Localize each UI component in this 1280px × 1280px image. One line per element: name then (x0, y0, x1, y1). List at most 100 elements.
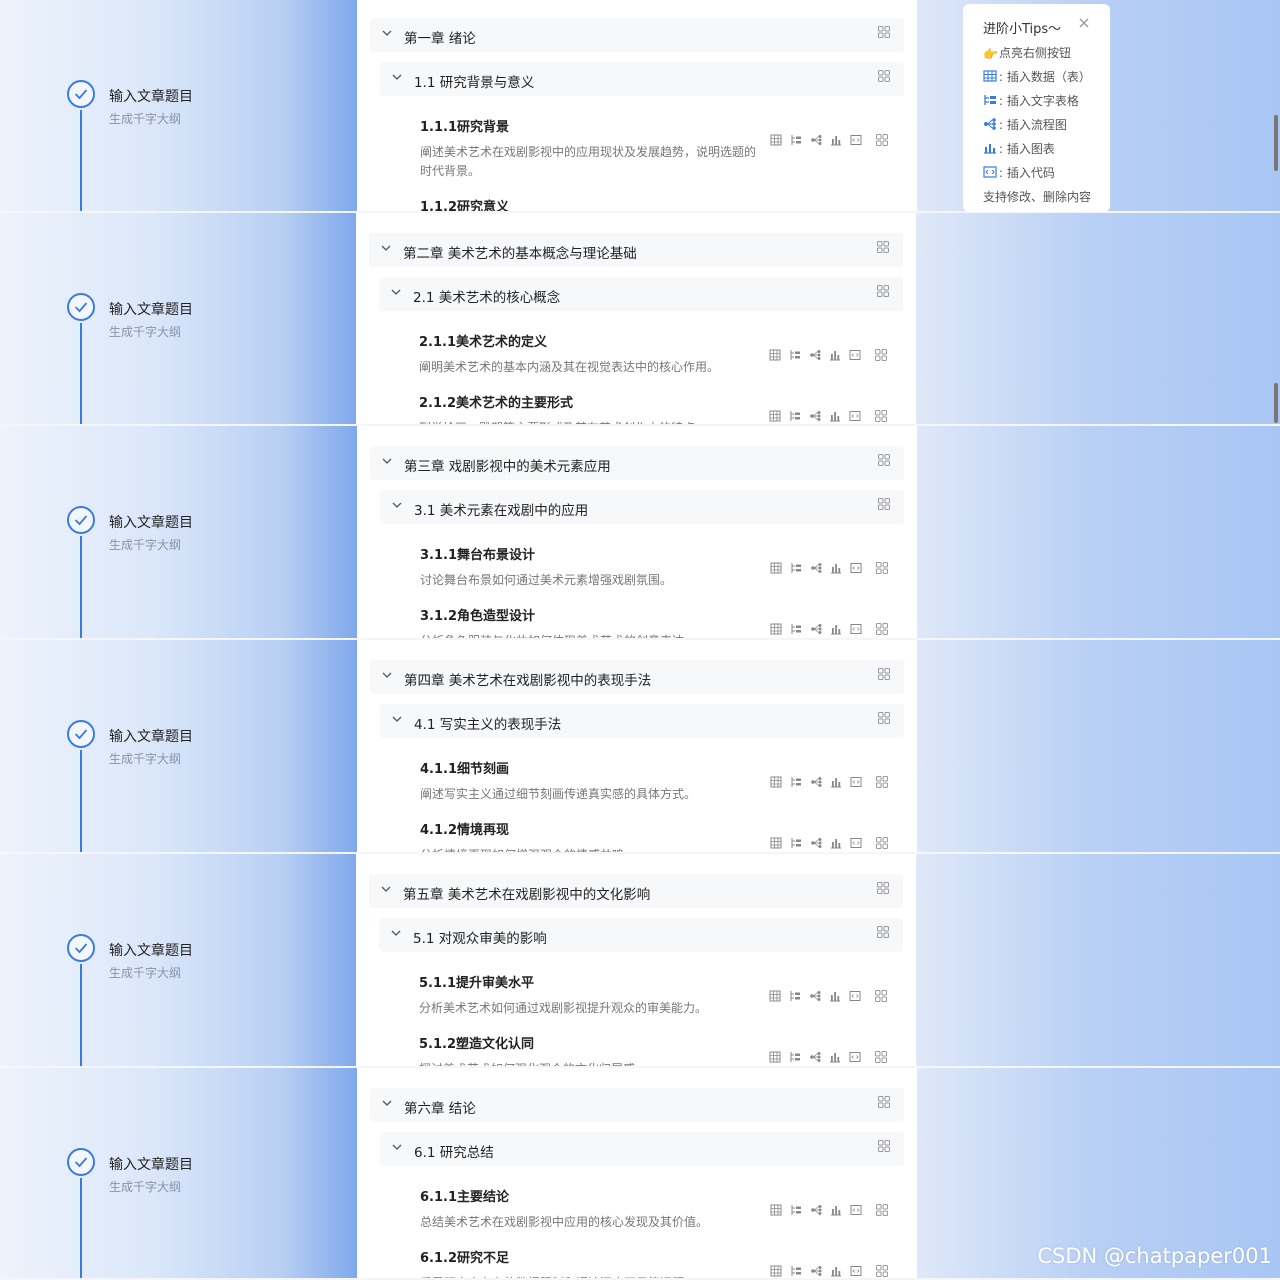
bar-chart-icon[interactable] (830, 131, 842, 146)
section-row[interactable]: 1.1 研究背景与意义 (380, 62, 904, 96)
code-icon[interactable] (849, 407, 861, 421)
chevron-down-icon[interactable] (382, 456, 392, 466)
text-table-icon[interactable] (790, 773, 802, 787)
chapter-row[interactable]: 第四章 美术艺术在戏剧影视中的表现手法 (370, 660, 904, 694)
code-icon[interactable] (849, 1048, 861, 1062)
grid-menu-icon[interactable] (878, 712, 890, 724)
section-row[interactable]: 3.1 美术元素在戏剧中的应用 (380, 490, 904, 524)
bar-chart-icon[interactable] (829, 407, 841, 422)
chevron-down-icon[interactable] (391, 287, 401, 297)
grid-menu-icon[interactable] (875, 407, 887, 422)
table-icon[interactable] (769, 346, 781, 361)
bar-chart-icon[interactable] (829, 987, 841, 1002)
table-icon[interactable] (770, 773, 782, 788)
text-table-icon[interactable] (790, 620, 802, 634)
flowchart-icon[interactable] (810, 620, 822, 634)
grid-menu-icon[interactable] (877, 241, 889, 253)
text-table-icon[interactable] (790, 1201, 802, 1215)
bar-chart-icon[interactable] (830, 773, 842, 788)
code-icon[interactable] (850, 620, 862, 634)
scrollbar-thumb[interactable] (1274, 115, 1278, 171)
grid-menu-icon[interactable] (876, 1201, 888, 1216)
table-icon[interactable] (769, 1048, 781, 1063)
flowchart-icon[interactable] (810, 834, 822, 848)
chevron-down-icon[interactable] (392, 1142, 402, 1152)
bar-chart-icon[interactable] (830, 1201, 842, 1216)
chapter-row[interactable]: 第一章 绪论 (370, 18, 904, 52)
text-table-icon[interactable] (790, 559, 802, 573)
grid-menu-icon[interactable] (876, 834, 888, 849)
flowchart-icon[interactable] (810, 1262, 822, 1276)
code-icon[interactable] (849, 987, 861, 1001)
flowchart-icon[interactable] (810, 559, 822, 573)
scrollbar-thumb[interactable] (1274, 383, 1278, 423)
code-icon[interactable] (850, 131, 862, 145)
bar-chart-icon[interactable] (830, 1262, 842, 1277)
bar-chart-icon[interactable] (830, 834, 842, 849)
chevron-down-icon[interactable] (382, 670, 392, 680)
flowchart-icon[interactable] (809, 346, 821, 360)
chapter-row[interactable]: 第二章 美术艺术的基本概念与理论基础 (369, 233, 903, 267)
grid-menu-icon[interactable] (876, 1262, 888, 1277)
code-icon[interactable] (849, 346, 861, 360)
grid-menu-icon[interactable] (878, 498, 890, 510)
section-row[interactable]: 2.1 美术艺术的核心概念 (379, 277, 903, 311)
text-table-icon[interactable] (790, 834, 802, 848)
code-icon[interactable] (850, 1262, 862, 1276)
grid-menu-icon[interactable] (878, 26, 890, 38)
chevron-down-icon[interactable] (391, 928, 401, 938)
grid-menu-icon[interactable] (877, 926, 889, 938)
chevron-down-icon[interactable] (392, 714, 402, 724)
text-table-icon[interactable] (789, 987, 801, 1001)
code-icon[interactable] (850, 559, 862, 573)
flowchart-icon[interactable] (809, 407, 821, 421)
text-table-icon[interactable] (789, 407, 801, 421)
grid-menu-icon[interactable] (878, 668, 890, 680)
grid-menu-icon[interactable] (878, 1140, 890, 1152)
code-icon[interactable] (850, 773, 862, 787)
grid-menu-icon[interactable] (875, 346, 887, 361)
subsection-item[interactable]: 1.1.2研究意义 (420, 196, 900, 213)
grid-menu-icon[interactable] (875, 987, 887, 1002)
flowchart-icon[interactable] (809, 1048, 821, 1062)
flowchart-icon[interactable] (810, 131, 822, 145)
table-icon[interactable] (770, 1262, 782, 1277)
bar-chart-icon[interactable] (829, 346, 841, 361)
close-icon[interactable] (1078, 17, 1090, 29)
section-row[interactable]: 4.1 写实主义的表现手法 (380, 704, 904, 738)
chevron-down-icon[interactable] (381, 884, 391, 894)
table-icon[interactable] (770, 559, 782, 574)
grid-menu-icon[interactable] (878, 70, 890, 82)
subsection-item[interactable]: 1.1.1研究背景 阐述美术艺术在戏剧影视中的应用现状及发展趋势，说明选题的时代背… (420, 116, 900, 181)
chevron-down-icon[interactable] (382, 28, 392, 38)
bar-chart-icon[interactable] (830, 620, 842, 635)
bar-chart-icon[interactable] (829, 1048, 841, 1063)
grid-menu-icon[interactable] (876, 131, 888, 146)
text-table-icon[interactable] (790, 131, 802, 145)
table-icon[interactable] (770, 131, 782, 146)
section-row[interactable]: 6.1 研究总结 (380, 1132, 904, 1166)
chapter-row[interactable]: 第六章 结论 (370, 1088, 904, 1122)
table-icon[interactable] (769, 987, 781, 1002)
grid-menu-icon[interactable] (876, 620, 888, 635)
text-table-icon[interactable] (789, 1048, 801, 1062)
chevron-down-icon[interactable] (392, 72, 402, 82)
grid-menu-icon[interactable] (878, 454, 890, 466)
grid-menu-icon[interactable] (876, 773, 888, 788)
table-icon[interactable] (770, 620, 782, 635)
grid-menu-icon[interactable] (877, 285, 889, 297)
grid-menu-icon[interactable] (875, 1048, 887, 1063)
chevron-down-icon[interactable] (382, 1098, 392, 1108)
grid-menu-icon[interactable] (877, 882, 889, 894)
section-row[interactable]: 5.1 对观众审美的影响 (379, 918, 903, 952)
table-icon[interactable] (770, 834, 782, 849)
flowchart-icon[interactable] (810, 1201, 822, 1215)
flowchart-icon[interactable] (810, 773, 822, 787)
grid-menu-icon[interactable] (876, 559, 888, 574)
bar-chart-icon[interactable] (830, 559, 842, 574)
code-icon[interactable] (850, 1201, 862, 1215)
flowchart-icon[interactable] (809, 987, 821, 1001)
chevron-down-icon[interactable] (381, 243, 391, 253)
chapter-row[interactable]: 第三章 戏剧影视中的美术元素应用 (370, 446, 904, 480)
text-table-icon[interactable] (790, 1262, 802, 1276)
